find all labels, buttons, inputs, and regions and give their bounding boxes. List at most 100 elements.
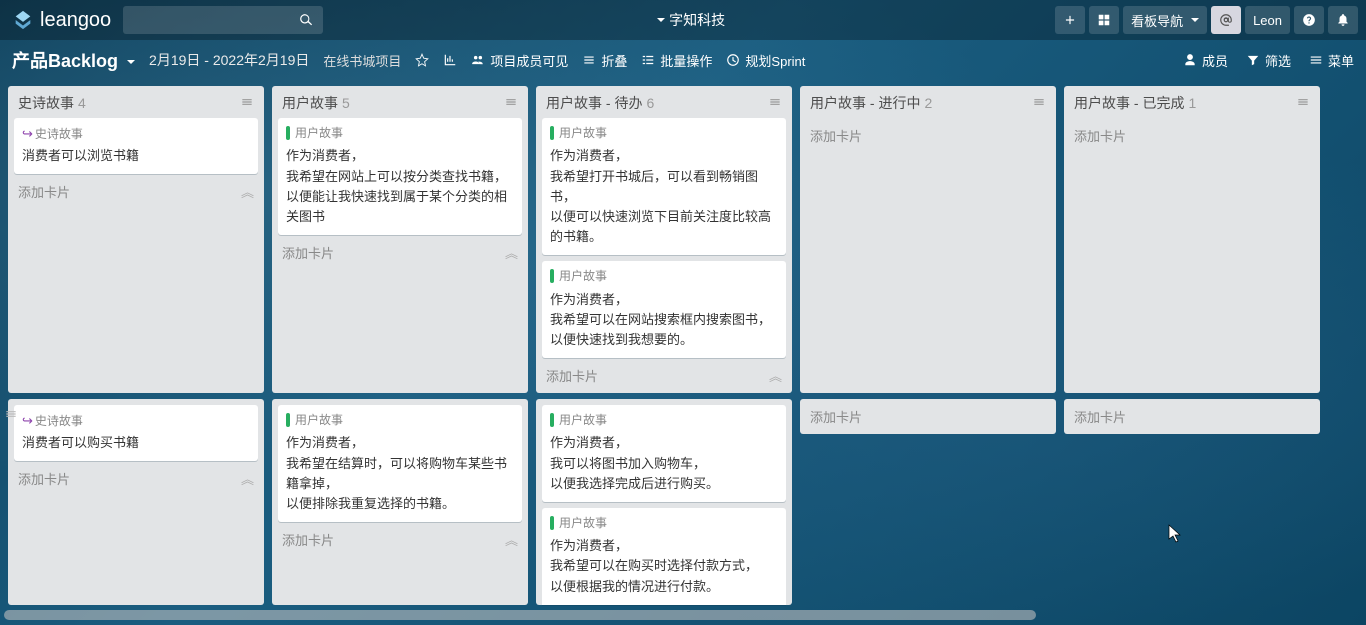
swimlane-handle[interactable] bbox=[4, 407, 18, 424]
tag-bar-icon bbox=[286, 413, 290, 427]
card[interactable]: ↪ 史诗故事 消费者可以购买书籍 bbox=[14, 405, 258, 461]
search-input[interactable] bbox=[123, 6, 323, 34]
column-title: 用户故事 bbox=[282, 93, 338, 113]
chevrons-up-icon: ︽ bbox=[241, 182, 254, 201]
mentions-button[interactable] bbox=[1211, 6, 1241, 34]
collapse-button[interactable]: 折叠 bbox=[582, 51, 627, 70]
tag-bar-icon bbox=[286, 126, 290, 140]
members-button[interactable]: 成员 bbox=[1183, 51, 1228, 70]
card[interactable]: 用户故事 作为消费者， 我希望打开书城后，可以看到畅销图书， 以便可以快速浏览下… bbox=[542, 118, 786, 255]
grid-icon bbox=[1097, 13, 1111, 27]
chevrons-up-icon: ︽ bbox=[505, 530, 518, 549]
top-nav: leangoo 字知科技 看板导航 Leon bbox=[0, 0, 1366, 40]
tag-bar-icon bbox=[550, 269, 554, 283]
notifications-button[interactable] bbox=[1328, 6, 1358, 34]
board-date-range: 2月19日 - 2022年2月19日 bbox=[149, 50, 309, 70]
chevrons-up-icon: ︽ bbox=[505, 243, 518, 262]
column-title: 用户故事 - 进行中 bbox=[810, 93, 920, 113]
stats-button[interactable] bbox=[443, 53, 457, 67]
column-menu-button[interactable] bbox=[240, 95, 254, 112]
card[interactable]: 用户故事 作为消费者， 我可以将图书加入购物车， 以便我选择完成后进行购买。 bbox=[542, 405, 786, 502]
card[interactable]: 用户故事 作为消费者， 我希望可以在购买时选择付款方式， 以便根据我的情况进行付… bbox=[542, 508, 786, 605]
column-title: 史诗故事 bbox=[18, 93, 74, 113]
board-project[interactable]: 在线书城项目 bbox=[323, 51, 401, 70]
add-card-button[interactable]: 添加卡片 ︽ bbox=[536, 358, 792, 393]
card-tag-story: 用户故事 bbox=[550, 411, 607, 430]
apps-button[interactable] bbox=[1089, 6, 1119, 34]
column-count: 1 bbox=[1188, 95, 1196, 111]
user-menu[interactable]: Leon bbox=[1245, 6, 1290, 34]
at-icon bbox=[1219, 13, 1233, 27]
column-menu-button[interactable] bbox=[504, 95, 518, 112]
card-text: 作为消费者， 我希望在结算时，可以将购物车某些书籍拿掉， 以便排除我重复选择的书… bbox=[286, 433, 514, 514]
board-bar: 产品Backlog 2月19日 - 2022年2月19日 在线书城项目 项目成员… bbox=[0, 40, 1366, 80]
plus-icon bbox=[1063, 13, 1077, 27]
star-button[interactable] bbox=[415, 53, 429, 67]
menu-lines-icon bbox=[504, 95, 518, 109]
add-card-button[interactable]: 添加卡片 ︽ bbox=[272, 522, 528, 557]
column-title: 用户故事 - 待办 bbox=[546, 93, 642, 113]
card-text: 消费者可以购买书籍 bbox=[22, 433, 250, 453]
column-menu-button[interactable] bbox=[768, 95, 782, 112]
sprint-icon bbox=[726, 53, 740, 67]
card-tag-story: 用户故事 bbox=[286, 411, 343, 430]
card[interactable]: 用户故事 作为消费者， 我希望在网站上可以按分类查找书籍， 以便能让我快速找到属… bbox=[278, 118, 522, 235]
menu-button[interactable]: 菜单 bbox=[1309, 51, 1354, 70]
bell-icon bbox=[1336, 13, 1350, 27]
arrow-icon: ↪ bbox=[22, 411, 33, 431]
card-text: 作为消费者， 我可以将图书加入购物车， 以便我选择完成后进行购买。 bbox=[550, 433, 778, 493]
card[interactable]: ↪ 史诗故事 消费者可以浏览书籍 bbox=[14, 118, 258, 174]
card-tag-story: 用户故事 bbox=[550, 514, 607, 533]
swimlane: ↪ 史诗故事 消费者可以购买书籍 添加卡片 ︽ bbox=[8, 399, 1358, 605]
card-tag-story: 用户故事 bbox=[550, 124, 607, 143]
card-text: 消费者可以浏览书籍 bbox=[22, 146, 250, 166]
add-card-button[interactable]: 添加卡片 bbox=[800, 399, 1056, 434]
add-card-button[interactable]: 添加卡片 bbox=[800, 118, 1056, 153]
menu-lines-icon bbox=[1296, 95, 1310, 109]
plan-sprint-button[interactable]: 规划Sprint bbox=[726, 51, 805, 70]
add-card-button[interactable]: 添加卡片 bbox=[1064, 399, 1320, 434]
card-tag-epic: ↪ 史诗故事 bbox=[22, 411, 83, 431]
card[interactable]: 用户故事 作为消费者， 我希望在结算时，可以将购物车某些书籍拿掉， 以便排除我重… bbox=[278, 405, 522, 522]
filter-button[interactable]: 筛选 bbox=[1246, 51, 1291, 70]
column-doing: 添加卡片 bbox=[800, 399, 1056, 605]
column-count: 6 bbox=[646, 95, 654, 111]
chevrons-up-icon: ︽ bbox=[241, 469, 254, 488]
help-button[interactable] bbox=[1294, 6, 1324, 34]
org-name: 字知科技 bbox=[669, 10, 725, 30]
visibility-button[interactable]: 项目成员可见 bbox=[471, 51, 568, 70]
column-todo: 用户故事 作为消费者， 我可以将图书加入购物车， 以便我选择完成后进行购买。 用… bbox=[536, 399, 792, 605]
tag-bar-icon bbox=[550, 516, 554, 530]
brand-logo[interactable]: leangoo bbox=[8, 9, 115, 32]
filter-icon bbox=[1246, 53, 1260, 67]
card[interactable]: 用户故事 作为消费者， 我希望可以在网站搜索框内搜索图书， 以便快速找到我想要的… bbox=[542, 261, 786, 358]
add-card-button[interactable]: 添加卡片 bbox=[1064, 118, 1320, 153]
logo-icon bbox=[12, 9, 34, 31]
menu-lines-icon bbox=[768, 95, 782, 109]
column-story: 用户故事 作为消费者， 我希望在结算时，可以将购物车某些书籍拿掉， 以便排除我重… bbox=[272, 399, 528, 605]
add-card-button[interactable]: 添加卡片 ︽ bbox=[272, 235, 528, 270]
column-done: 添加卡片 bbox=[1064, 399, 1320, 605]
board-area: 史诗故事 4 ↪ 史诗故事 消费者可以浏览书籍 bbox=[0, 80, 1366, 625]
column-todo: 用户故事 - 待办 6 用户故事 作为消费者， 我希望打开书城后，可以看到畅销图… bbox=[536, 86, 792, 393]
add-card-button[interactable]: 添加卡片 ︽ bbox=[8, 174, 264, 209]
horizontal-scrollbar[interactable] bbox=[4, 610, 1036, 620]
column-count: 5 bbox=[342, 95, 350, 111]
column-menu-button[interactable] bbox=[1296, 95, 1310, 112]
add-button[interactable] bbox=[1055, 6, 1085, 34]
column-epic: ↪ 史诗故事 消费者可以购买书籍 添加卡片 ︽ bbox=[8, 399, 264, 605]
org-selector[interactable]: 字知科技 bbox=[331, 10, 1047, 30]
column-count: 4 bbox=[78, 95, 86, 111]
swimlane: 史诗故事 4 ↪ 史诗故事 消费者可以浏览书籍 bbox=[8, 86, 1358, 393]
tag-bar-icon bbox=[550, 126, 554, 140]
arrow-icon: ↪ bbox=[22, 124, 33, 144]
board-title-dropdown[interactable]: 产品Backlog bbox=[12, 47, 135, 73]
batch-button[interactable]: 批量操作 bbox=[641, 51, 712, 70]
chevrons-up-icon: ︽ bbox=[769, 366, 782, 385]
add-card-button[interactable]: 添加卡片 ︽ bbox=[8, 461, 264, 496]
board-nav-dropdown[interactable]: 看板导航 bbox=[1123, 6, 1207, 34]
card-text: 作为消费者， 我希望可以在购买时选择付款方式， 以便根据我的情况进行付款。 bbox=[550, 536, 778, 596]
column-done: 用户故事 - 已完成 1 添加卡片 bbox=[1064, 86, 1320, 393]
card-tag-epic: ↪ 史诗故事 bbox=[22, 124, 83, 144]
column-menu-button[interactable] bbox=[1032, 95, 1046, 112]
